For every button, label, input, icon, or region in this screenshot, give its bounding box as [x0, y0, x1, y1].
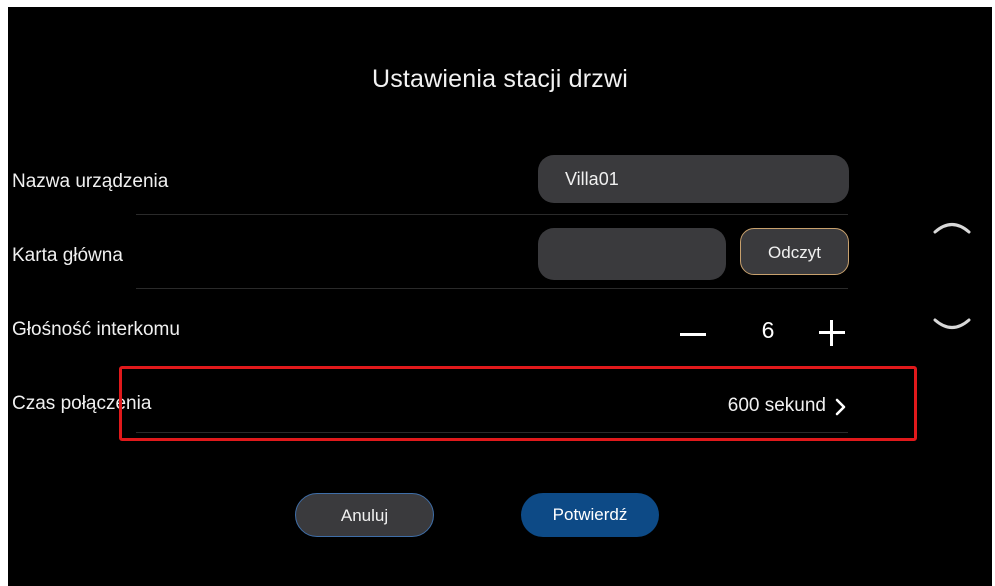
chevron-right-icon[interactable]: [834, 397, 848, 417]
master-card-label: Karta główna: [12, 245, 123, 266]
minus-icon[interactable]: [680, 333, 706, 336]
device-name-label: Nazwa urządzenia: [12, 171, 169, 192]
call-time-value[interactable]: 600 sekund: [668, 395, 826, 417]
settings-screen: Ustawienia stacji drzwi Nazwa urządzenia…: [8, 7, 992, 586]
row-divider: [136, 214, 848, 215]
cancel-button[interactable]: Anuluj: [295, 493, 434, 537]
intercom-volume-label: Głośność interkomu: [12, 319, 180, 340]
chevron-down-icon[interactable]: [932, 315, 972, 337]
master-card-input[interactable]: [538, 228, 726, 280]
row-divider: [136, 432, 848, 433]
device-name-input[interactable]: Villa01: [538, 155, 849, 203]
confirm-button[interactable]: Potwierdź: [521, 493, 659, 537]
plus-icon[interactable]: [819, 320, 845, 346]
row-divider: [136, 288, 848, 289]
call-time-label: Czas połączenia: [12, 393, 152, 414]
chevron-up-icon[interactable]: [932, 215, 972, 237]
read-card-button[interactable]: Odczyt: [740, 228, 849, 275]
page-title: Ustawienia stacji drzwi: [371, 65, 629, 93]
intercom-volume-value: 6: [761, 317, 775, 343]
